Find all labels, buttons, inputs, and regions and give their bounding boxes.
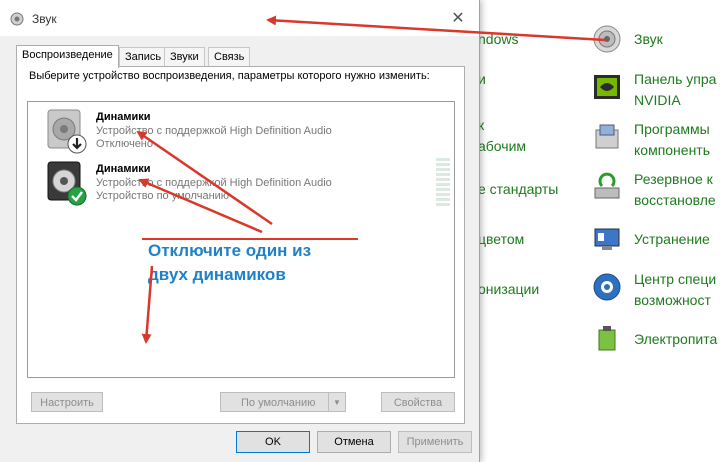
- window-title: Звук: [32, 12, 57, 26]
- properties-button[interactable]: Свойства: [381, 392, 455, 412]
- programs-icon: [595, 124, 619, 149]
- set-default-label: По умолчанию: [241, 397, 316, 409]
- background-fragment: ndows: [478, 31, 519, 47]
- chevron-down-icon[interactable]: ▼: [328, 393, 345, 411]
- instruction-text: Выберите устройство воспроизведения, пар…: [29, 70, 430, 82]
- speaker-disabled-icon: [47, 109, 87, 154]
- background-fragment: абочим: [478, 138, 527, 154]
- power-icon: [598, 326, 616, 351]
- background-fragment: цветом: [478, 231, 525, 247]
- volume-meter: [436, 158, 450, 206]
- background-fragment: онизации: [478, 281, 540, 297]
- list-item[interactable]: Динамики Устройство с поддержкой High De…: [36, 108, 436, 156]
- background-fragment: е стандарты: [478, 181, 559, 197]
- nvidia-icon: [594, 75, 620, 99]
- configure-button[interactable]: Настроить: [31, 392, 103, 412]
- speaker-icon: [10, 12, 24, 26]
- sound-dialog: Звук ✕ Воспроизведение Запись Звуки Связ…: [0, 0, 480, 462]
- device-description: Устройство с поддержкой High Definition …: [96, 177, 332, 189]
- device-status: Отключено: [96, 138, 153, 150]
- ease-of-access-icon: [593, 273, 621, 301]
- tab-recording[interactable]: Запись: [119, 47, 168, 67]
- device-name: Динамики: [96, 163, 151, 175]
- device-status: Устройство по умолчанию: [96, 190, 230, 202]
- ok-button[interactable]: OK: [236, 431, 310, 453]
- speaker-icon: [593, 25, 621, 53]
- annotation-line1: Отключите один из: [148, 241, 312, 260]
- troubleshoot-icon: [594, 228, 620, 250]
- close-button[interactable]: ✕: [445, 8, 471, 30]
- close-icon: ✕: [451, 10, 465, 27]
- backup-icon: [594, 172, 620, 199]
- speaker-default-icon: [47, 161, 87, 206]
- title-bar[interactable]: Звук ✕: [0, 0, 479, 36]
- cancel-button[interactable]: Отмена: [317, 431, 391, 453]
- apply-button[interactable]: Применить: [398, 431, 472, 453]
- device-name: Динамики: [96, 111, 151, 123]
- annotation-line2: двух динамиков: [148, 265, 286, 284]
- device-description: Устройство с поддержкой High Definition …: [96, 125, 332, 137]
- tab-playback[interactable]: Воспроизведение: [16, 45, 119, 68]
- tab-communications[interactable]: Связь: [208, 47, 251, 67]
- set-default-button[interactable]: По умолчанию ▼: [220, 392, 346, 412]
- tab-sounds[interactable]: Звуки: [164, 47, 205, 67]
- annotation-text: Отключите один из двух динамиков: [148, 239, 358, 287]
- list-item[interactable]: Динамики Устройство с поддержкой High De…: [36, 160, 436, 208]
